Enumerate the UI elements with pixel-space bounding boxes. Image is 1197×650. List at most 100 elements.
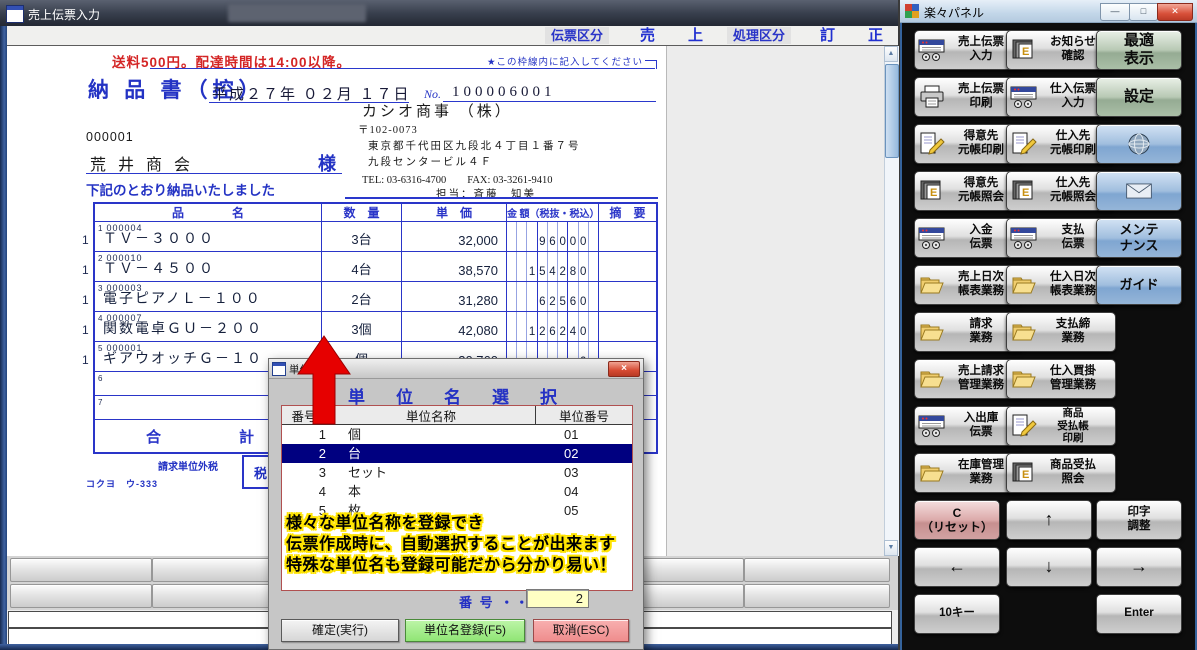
optimal-display-button[interactable]: 最適 表示 (1096, 30, 1182, 70)
item-name: 電子ピアノＬ－１００ (103, 288, 262, 308)
red-arrow-icon (296, 334, 352, 426)
ten-key-button[interactable]: 10キー (914, 594, 1000, 634)
scroll-down-icon[interactable]: ▼ (884, 540, 898, 556)
item-unit-price: 31,280 (402, 282, 507, 311)
unit-register-button[interactable]: 単位名登録(F5) (405, 619, 525, 642)
button-label: → (1130, 556, 1148, 578)
function-key-button[interactable] (10, 584, 152, 608)
item-unit-price: 38,570 (402, 252, 507, 281)
slip-icon (917, 226, 947, 250)
paper-stock-code: コクヨ ウ-333 (86, 477, 158, 490)
slip-icon (1009, 85, 1039, 109)
invoice-row[interactable]: 11000004ＴＶ－３０００3台32,00096000 (95, 222, 656, 252)
slip-icon (1009, 226, 1039, 250)
enter-button[interactable]: Enter (1096, 594, 1182, 634)
down-arrow-button[interactable]: ↓ (1006, 547, 1092, 587)
button-label: C （リセット） (921, 506, 993, 535)
invoice-row[interactable]: 12000010ＴＶ－４５００4台38,570154280 (95, 252, 656, 282)
function-key-button[interactable] (744, 558, 890, 582)
unit-row[interactable]: 2台02 (282, 444, 632, 463)
customer-name[interactable]: 荒 井 商 会 (90, 151, 194, 175)
maximize-icon[interactable]: □ (1129, 3, 1158, 21)
unit-row[interactable]: 4本04 (282, 482, 632, 501)
right-arrow-button[interactable]: → (1096, 547, 1182, 587)
item-amount: 96000 (507, 222, 599, 251)
screen: 売上伝票入力 伝票区分 売 上 処理区分 訂 正 送料500円。配達時間は14:… (0, 0, 1197, 650)
purchase-payable-management-button[interactable]: 仕入買掛 管理業務 (1006, 359, 1116, 399)
function-key-button[interactable] (744, 584, 890, 608)
print-adjust-button[interactable]: 印字 調整 (1096, 500, 1182, 540)
close-icon[interactable]: × (608, 361, 640, 377)
button-label: 最適 表示 (1124, 32, 1154, 68)
customer-underline (86, 173, 342, 174)
left-arrow-button[interactable]: ← (914, 547, 1000, 587)
slip-class-label: 伝票区分 (545, 27, 609, 44)
up-arrow-button[interactable]: ↑ (1006, 500, 1092, 540)
item-amount: 154280 (507, 252, 599, 281)
invoice-row[interactable]: 14000007関数電卓ＧＵ－２００3個42,080126240 (95, 312, 656, 342)
button-label: ↓ (1045, 556, 1054, 578)
button-label: お知らせ 確認 (1050, 36, 1096, 64)
item-note (599, 222, 656, 251)
clear-reset-button[interactable]: C （リセット） (914, 500, 1000, 540)
item-ledger-print-button[interactable]: 商品 受払帳 印刷 (1006, 406, 1116, 446)
frame-note: ★この枠線内に記入してください (487, 54, 643, 68)
button-label: 設定 (1124, 88, 1154, 106)
mail-button[interactable] (1096, 171, 1182, 211)
guide-button[interactable]: ガイド (1096, 265, 1182, 305)
button-label: 仕入買掛 管理業務 (1050, 365, 1096, 393)
button-label: 支払 伝票 (1062, 224, 1085, 252)
item-quantity: 4台 (322, 252, 402, 281)
folder-icon (917, 461, 947, 485)
redacted-area (228, 4, 366, 22)
button-label: 商品 受払帳 印刷 (1057, 407, 1089, 445)
unit-rows: 1個012台023セット034本045枚05 (282, 425, 632, 520)
company-tel-fax: TEL: 03-6316-4700 FAX: 03-3261-9410 (362, 172, 553, 187)
button-label: 得意先 元帳照会 (958, 177, 1004, 205)
close-icon[interactable]: ✕ (1157, 3, 1193, 21)
button-label: 商品受払 照会 (1050, 459, 1096, 487)
minimize-icon[interactable]: — (1100, 3, 1130, 21)
col-amount: 金 額（税抜・税込） (507, 204, 599, 221)
button-label: 請求 業務 (970, 318, 993, 346)
col-item-name: 品 名 (95, 204, 322, 221)
button-label: 売上伝票 印刷 (958, 83, 1004, 111)
invoice-row[interactable]: 13000003電子ピアノＬ－１００2台31,28062560 (95, 282, 656, 312)
customer-code[interactable]: 000001 (86, 130, 134, 144)
button-label: 仕入先 元帳照会 (1050, 177, 1096, 205)
button-label: ガイド (1119, 277, 1158, 293)
maintenance-button[interactable]: メンテ ナンス (1096, 218, 1182, 258)
button-label: 得意先 元帳印刷 (958, 130, 1004, 158)
button-label: Enter (1124, 607, 1153, 621)
company-address1: 東京都千代田区九段北４丁目１番７号 (368, 138, 581, 153)
confirm-button[interactable]: 確定(実行) (281, 619, 399, 642)
col-quantity: 数 量 (322, 204, 402, 221)
cancel-button[interactable]: 取消(ESC) (533, 619, 629, 642)
web-button[interactable] (1096, 124, 1182, 164)
button-label: 仕入伝票 入力 (1050, 83, 1096, 111)
book-icon: E (917, 179, 947, 203)
unit-row[interactable]: 1個01 (282, 425, 632, 444)
function-key-button[interactable] (10, 558, 152, 582)
process-class-value[interactable]: 訂 正 (820, 27, 892, 44)
scrollbar-thumb[interactable] (885, 64, 899, 158)
header-rule (345, 197, 658, 199)
payment-closing-button[interactable]: 支払締 業務 (1006, 312, 1116, 352)
row-count: 1 (82, 233, 89, 247)
panel-title: 楽々パネル (924, 4, 984, 21)
number-input[interactable]: 2 (526, 589, 589, 608)
book-icon: E (1009, 179, 1039, 203)
scroll-up-icon[interactable]: ▲ (884, 46, 898, 62)
slip-no-value[interactable]: 100006001 (452, 84, 556, 101)
item-ledger-inquiry-button[interactable]: E商品受払 照会 (1006, 453, 1116, 493)
slip-class-value[interactable]: 売 上 (640, 27, 712, 44)
main-title-bar[interactable]: 売上伝票入力 (0, 0, 898, 26)
button-label: 売上日次 帳表業務 (958, 271, 1004, 299)
settings-button[interactable]: 設定 (1096, 77, 1182, 117)
process-class-label: 処理区分 (727, 27, 791, 44)
row-count: 1 (82, 293, 89, 307)
button-label: 入金 伝票 (970, 224, 993, 252)
button-label: 印字 調整 (1128, 506, 1151, 534)
unit-row[interactable]: 3セット03 (282, 463, 632, 482)
slip-icon (917, 414, 947, 438)
